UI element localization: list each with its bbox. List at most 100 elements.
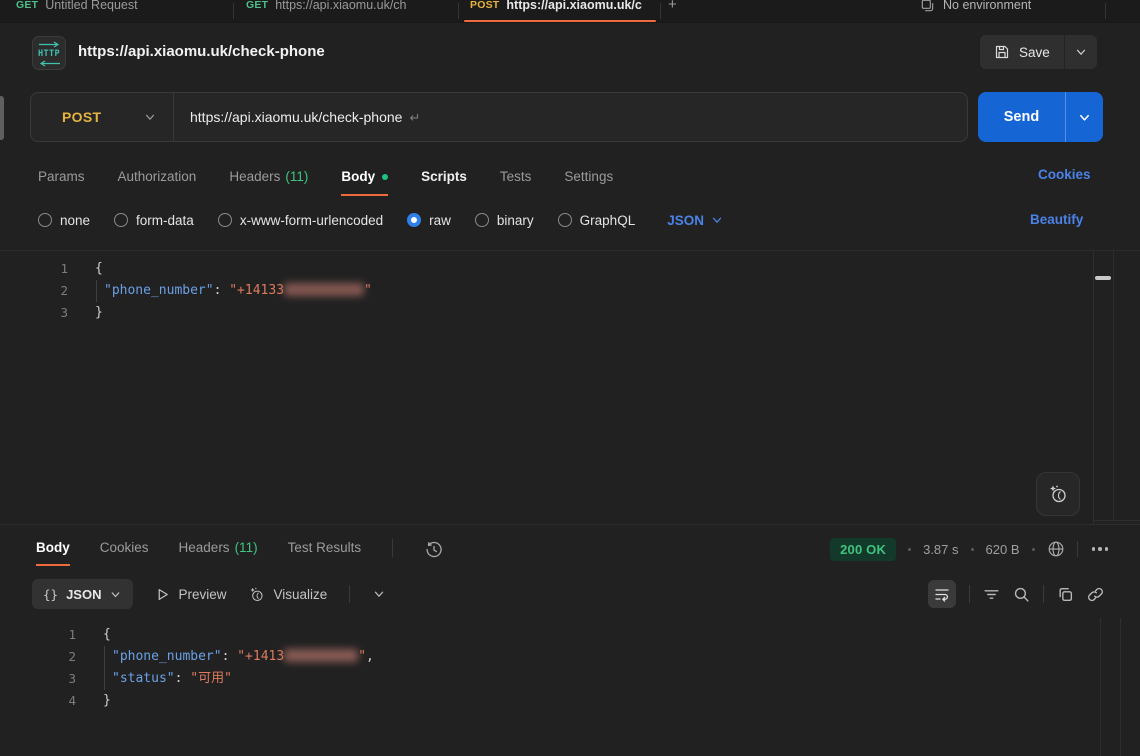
headers-count-badge: (11) <box>285 169 308 184</box>
tab-headers[interactable]: Headers (11) <box>229 169 308 196</box>
sidebar-resize-handle[interactable] <box>0 96 4 140</box>
chevron-down-icon <box>109 588 122 601</box>
divider <box>1043 585 1044 603</box>
url-input[interactable]: https://api.xiaomu.uk/check-phone↵ <box>174 109 420 126</box>
code-content: "status": "可用" <box>76 668 232 690</box>
copy-button[interactable] <box>1057 586 1074 603</box>
network-info-button[interactable] <box>1047 540 1065 558</box>
headers-count-badge: (11) <box>235 540 258 555</box>
json-comma: , <box>366 649 374 664</box>
status-badge: 200 OK <box>830 538 896 561</box>
code-line: 2 "phone_number": "+1413", <box>0 646 1140 668</box>
code-token: } <box>76 690 111 712</box>
radio-none[interactable]: none <box>38 213 90 228</box>
code-token: } <box>68 302 103 324</box>
tab-params[interactable]: Params <box>38 169 85 196</box>
chevron-down-icon <box>1077 110 1092 125</box>
json-value-close: " <box>358 649 366 664</box>
arrow-left-icon <box>37 60 61 67</box>
response-format-selector[interactable]: {} JSON <box>32 579 133 609</box>
line-number: 3 <box>0 302 68 324</box>
code-line: 1 { <box>0 258 1140 280</box>
scrollbar-handle[interactable] <box>1095 276 1111 280</box>
send-button[interactable]: Send <box>978 92 1065 142</box>
more-options-icon <box>1092 547 1096 551</box>
request-tab-get-url[interactable]: GET https://api.xiaomu.uk/ch <box>246 0 454 16</box>
response-history-button[interactable] <box>424 540 444 560</box>
cookies-link[interactable]: Cookies <box>1038 167 1091 182</box>
tab-body-label: Body <box>341 169 375 184</box>
save-options-button[interactable] <box>1065 35 1097 69</box>
request-tab-untitled[interactable]: GET Untitled Request <box>16 0 226 16</box>
request-body-editor[interactable]: 1 { 2 "phone_number": "+14133" 3 } <box>0 250 1140 524</box>
visualize-label: Visualize <box>273 587 327 602</box>
radio-x-www-form-urlencoded[interactable]: x-www-form-urlencoded <box>218 213 383 228</box>
response-tab-headers[interactable]: Headers (11) <box>179 540 258 566</box>
more-options-icon <box>1105 547 1109 551</box>
send-options-button[interactable] <box>1066 92 1103 142</box>
more-options-button[interactable] <box>1090 543 1111 555</box>
copy-link-button[interactable] <box>1087 586 1104 603</box>
tab-tests[interactable]: Tests <box>500 169 532 196</box>
tab-divider <box>233 3 234 19</box>
chevron-down-icon <box>372 587 386 601</box>
request-tab-post-url-active[interactable]: POST https://api.xiaomu.uk/c <box>470 0 656 16</box>
tab-title: https://api.xiaomu.uk/c <box>506 0 641 16</box>
radio-label: raw <box>429 213 451 228</box>
language-label: JSON <box>667 213 704 228</box>
tab-scripts[interactable]: Scripts <box>421 169 467 196</box>
request-title[interactable]: https://api.xiaomu.uk/check-phone <box>78 43 325 60</box>
divider <box>1077 541 1078 557</box>
scrollbar-track-border <box>1100 618 1101 756</box>
json-value-close: " <box>364 283 372 298</box>
response-tab-headers-label: Headers <box>179 540 230 555</box>
visualize-button[interactable]: Visualize <box>248 586 327 603</box>
language-selector[interactable]: JSON <box>667 213 724 228</box>
tab-method-get: GET <box>16 0 38 16</box>
json-value-prefix: "+1413 <box>237 649 284 664</box>
wrap-text-button[interactable] <box>928 580 956 608</box>
filter-button[interactable] <box>983 586 1000 603</box>
response-view-tools <box>928 580 1104 608</box>
line-number: 2 <box>0 646 76 668</box>
response-size: 620 B <box>986 542 1020 557</box>
tab-body-active[interactable]: Body <box>341 169 388 196</box>
radio-icon <box>114 213 128 227</box>
tab-method-post: POST <box>470 0 499 16</box>
postbot-button[interactable] <box>1036 472 1080 516</box>
preview-button[interactable]: Preview <box>155 587 226 602</box>
response-tabs: Body Cookies Headers (11) Test Results <box>36 530 444 566</box>
indent-guide <box>104 646 105 690</box>
visualize-options-button[interactable] <box>372 587 386 601</box>
code-line: 3 } <box>0 302 1140 324</box>
method-selector[interactable]: POST <box>31 109 173 125</box>
response-meta: 200 OK 3.87 s 620 B <box>830 536 1110 562</box>
environment-selector[interactable]: No environment <box>920 0 1031 16</box>
response-body-viewer[interactable]: 1 { 2 "phone_number": "+1413", 3 "status… <box>0 618 1140 756</box>
editor-bottom-border <box>1093 520 1140 521</box>
radio-binary[interactable]: binary <box>475 213 534 228</box>
dot-separator <box>908 548 911 551</box>
tab-divider <box>660 3 661 19</box>
tab-divider <box>458 3 459 19</box>
new-tab-button[interactable]: + <box>668 0 677 16</box>
response-tab-test-results[interactable]: Test Results <box>288 540 362 566</box>
response-tab-cookies[interactable]: Cookies <box>100 540 149 566</box>
tab-authorization[interactable]: Authorization <box>118 169 197 196</box>
json-value-prefix: "+14133 <box>229 283 284 298</box>
send-split-button: Send <box>978 92 1103 142</box>
radio-form-data[interactable]: form-data <box>114 213 194 228</box>
line-number: 4 <box>0 690 76 712</box>
dot-separator <box>1032 548 1035 551</box>
beautify-link[interactable]: Beautify <box>1030 212 1083 227</box>
response-tab-body-active[interactable]: Body <box>36 540 70 566</box>
response-toolbar: {} JSON Preview Visualize <box>32 578 386 610</box>
tab-settings[interactable]: Settings <box>564 169 613 196</box>
divider <box>349 585 350 603</box>
scrollbar-track-border <box>1120 618 1121 756</box>
scrollbar-track-border <box>1113 251 1114 521</box>
radio-raw-selected[interactable]: raw <box>407 213 451 228</box>
search-button[interactable] <box>1013 586 1030 603</box>
save-button[interactable]: Save <box>980 35 1064 69</box>
radio-graphql[interactable]: GraphQL <box>558 213 636 228</box>
